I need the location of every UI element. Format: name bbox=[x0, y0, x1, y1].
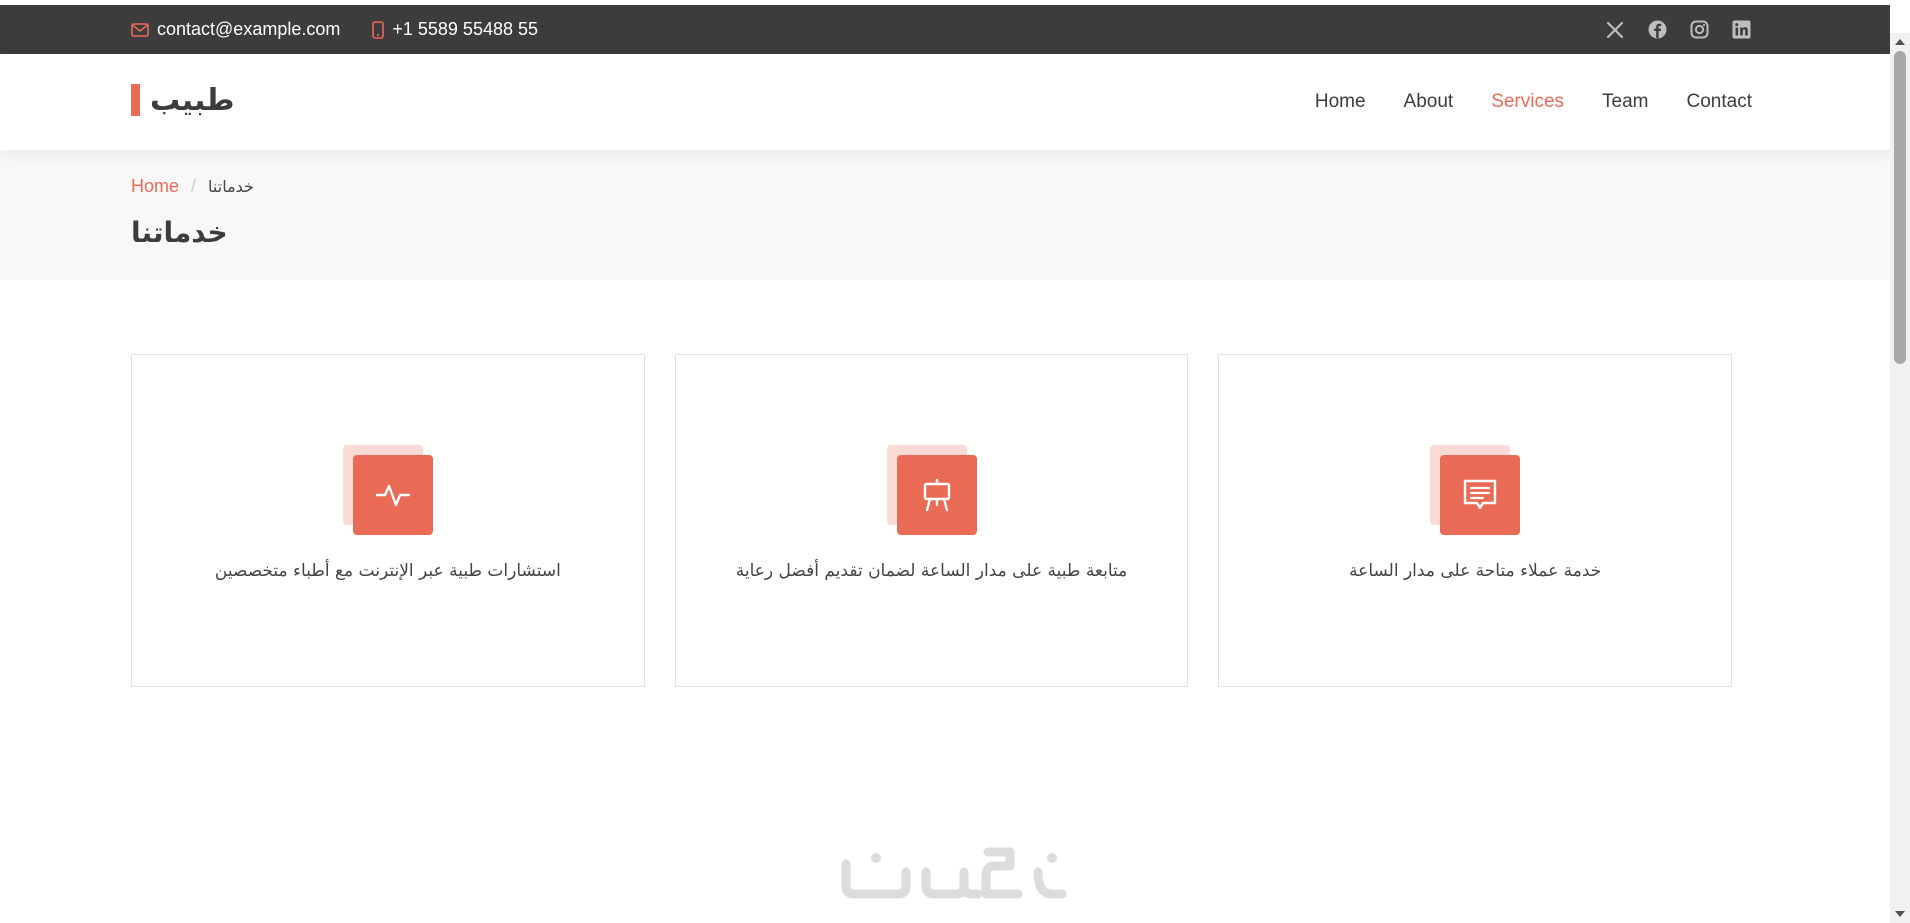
service-icon-box bbox=[886, 445, 977, 535]
breadcrumb-home-link[interactable]: Home bbox=[131, 176, 179, 197]
nav-services[interactable]: Services bbox=[1491, 91, 1564, 113]
envelope-icon bbox=[131, 22, 149, 37]
social-links bbox=[1604, 5, 1752, 54]
instagram-icon[interactable] bbox=[1688, 19, 1710, 41]
contact-info: contact@example.com +1 5589 55488 55 bbox=[131, 5, 538, 54]
nav-team[interactable]: Team bbox=[1602, 91, 1648, 113]
easel-icon bbox=[896, 455, 977, 535]
scrollbar-thumb[interactable] bbox=[1894, 51, 1906, 364]
logo-text[interactable]: طبيب bbox=[150, 83, 235, 118]
khamsat-watermark bbox=[838, 844, 1070, 904]
service-icon-box bbox=[342, 445, 433, 535]
breadcrumb-separator: / bbox=[191, 176, 197, 196]
service-card[interactable]: خدمة عملاء متاحة على مدار الساعة bbox=[1218, 354, 1733, 687]
page-title-section: Home / خدماتنا خدماتنا bbox=[0, 150, 1890, 280]
linkedin-icon[interactable] bbox=[1730, 19, 1752, 41]
services-grid: استشارات طبية عبر الإنترنت مع أطباء متخص… bbox=[131, 354, 1733, 687]
phone-text[interactable]: +1 5589 55488 55 bbox=[392, 19, 538, 40]
email-text[interactable]: contact@example.com bbox=[157, 19, 340, 40]
phone-icon bbox=[372, 20, 385, 39]
breadcrumb: Home / خدماتنا bbox=[131, 176, 254, 197]
service-icon-box bbox=[1430, 445, 1521, 535]
service-description: خدمة عملاء متاحة على مدار الساعة bbox=[1349, 561, 1602, 581]
site-header: طبيب Home About Services Team Contact bbox=[0, 54, 1890, 150]
site-logo[interactable]: طبيب bbox=[131, 83, 235, 118]
chat-icon bbox=[1440, 455, 1521, 535]
service-description: متابعة طبية على مدار الساعة لضمان تقديم … bbox=[735, 561, 1128, 581]
x-twitter-icon[interactable] bbox=[1604, 19, 1626, 41]
service-description: استشارات طبية عبر الإنترنت مع أطباء متخص… bbox=[214, 561, 561, 581]
top-bar: contact@example.com +1 5589 55488 55 bbox=[0, 5, 1890, 54]
logo-accent-bar bbox=[131, 84, 140, 116]
facebook-icon[interactable] bbox=[1646, 19, 1668, 41]
service-card[interactable]: استشارات طبية عبر الإنترنت مع أطباء متخص… bbox=[131, 354, 645, 687]
page: contact@example.com +1 5589 55488 55 طبي… bbox=[0, 0, 1890, 923]
page-title: خدماتنا bbox=[131, 216, 228, 249]
nav-about[interactable]: About bbox=[1404, 91, 1454, 113]
scroll-up-arrow-icon[interactable] bbox=[1890, 33, 1910, 51]
activity-icon bbox=[352, 455, 433, 535]
breadcrumb-current: خدماتنا bbox=[208, 177, 254, 196]
main-nav: Home About Services Team Contact bbox=[1315, 54, 1752, 150]
service-card[interactable]: متابعة طبية على مدار الساعة لضمان تقديم … bbox=[674, 354, 1189, 687]
scroll-down-arrow-icon[interactable] bbox=[1890, 905, 1910, 923]
email-contact[interactable]: contact@example.com bbox=[131, 19, 340, 40]
nav-contact[interactable]: Contact bbox=[1687, 91, 1752, 113]
nav-home[interactable]: Home bbox=[1315, 91, 1366, 113]
phone-contact[interactable]: +1 5589 55488 55 bbox=[372, 19, 538, 40]
